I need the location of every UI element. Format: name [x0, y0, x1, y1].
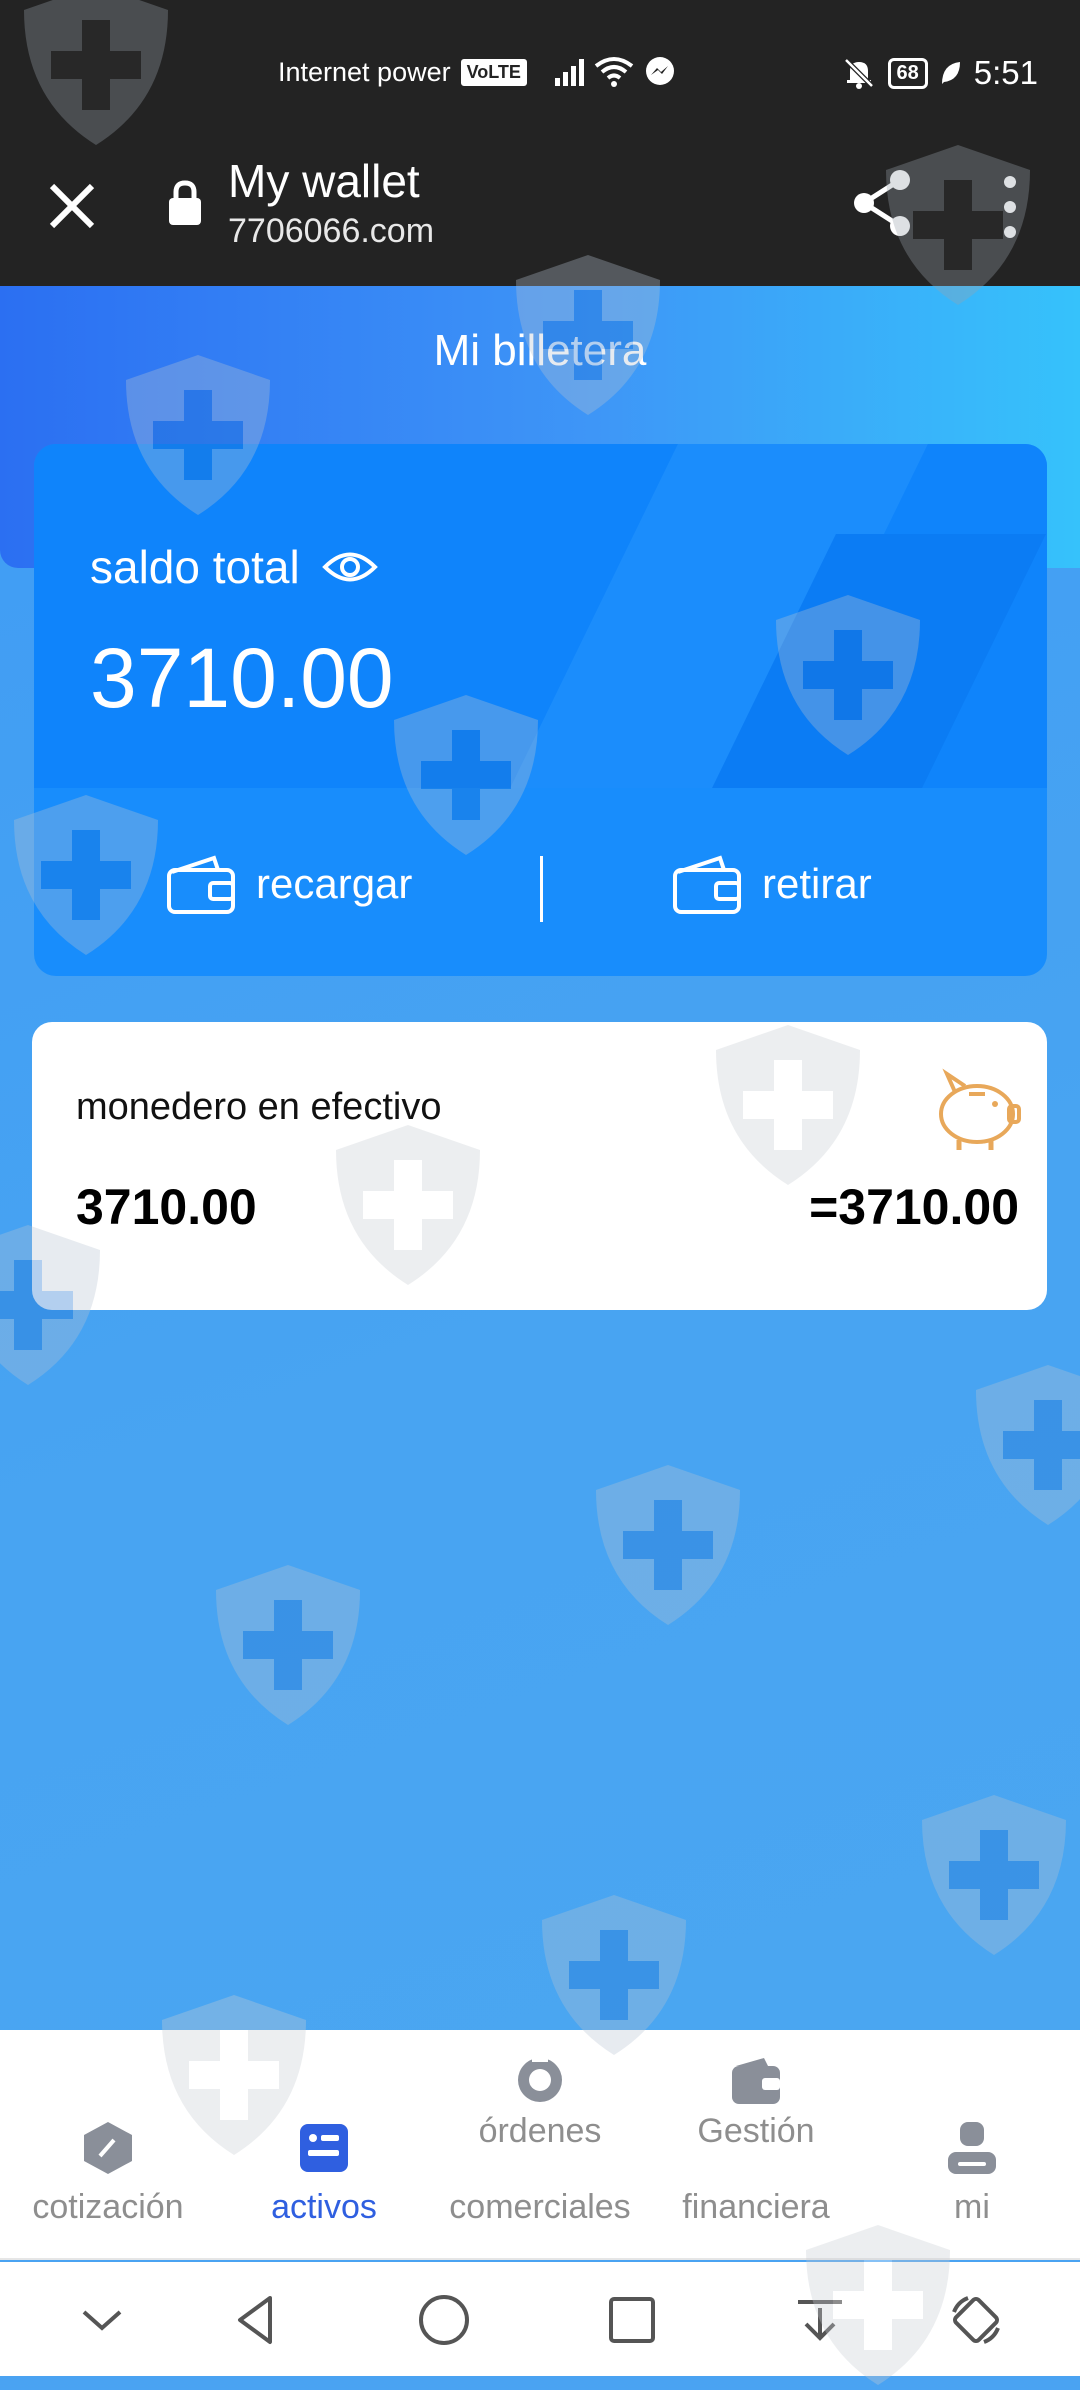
wallet-page: Mi billetera saldo total 3710.00 recarga…	[0, 286, 1080, 2030]
withdraw-button[interactable]: retirar	[672, 854, 872, 914]
tab-label-line1: órdenes	[478, 2112, 602, 2150]
action-divider	[540, 856, 543, 922]
recharge-label: recargar	[256, 860, 413, 907]
total-balance-row: saldo total	[90, 540, 378, 594]
wifi-icon	[594, 57, 634, 87]
leaf-icon	[941, 62, 960, 84]
status-right: 68 5:51	[842, 54, 1038, 92]
volte-badge: VoLTE	[460, 58, 527, 86]
battery-level: 68	[887, 57, 928, 89]
share-icon[interactable]	[850, 168, 916, 238]
close-icon[interactable]	[44, 178, 100, 234]
withdraw-label: retirar	[762, 860, 872, 907]
tab-activos[interactable]: activos	[216, 2030, 432, 2260]
signal-icon	[554, 58, 584, 86]
lock-icon	[169, 180, 201, 225]
messenger-icon	[645, 57, 674, 85]
page-url[interactable]: 7706066.com	[228, 212, 434, 251]
recharge-button[interactable]: recargar	[166, 854, 412, 914]
header-title: Mi billetera	[433, 326, 647, 375]
rotate-screen-icon[interactable]	[946, 2290, 1006, 2350]
wallet-icon	[167, 855, 235, 914]
tab-label: mi	[954, 2188, 990, 2226]
chevron-down-icon[interactable]	[72, 2290, 132, 2350]
tab-ordenes-comerciales[interactable]: órdenes comerciales	[432, 2030, 648, 2260]
eye-icon[interactable]	[321, 548, 378, 586]
tab-cotizacion[interactable]: cotización	[0, 2030, 216, 2260]
tab-gestion-financiera[interactable]: Gestión financiera	[648, 2030, 864, 2260]
balance-card: saldo total 3710.00 recargar retirar	[34, 444, 1047, 976]
more-options-icon[interactable]	[994, 172, 1026, 242]
tab-label: activos	[271, 2188, 377, 2226]
back-icon[interactable]	[226, 2290, 286, 2350]
user-icon	[948, 2122, 996, 2174]
tab-label-line1: Gestión	[697, 2112, 815, 2150]
clock: 5:51	[973, 54, 1038, 91]
assets-icon	[300, 2124, 348, 2172]
download-icon[interactable]	[790, 2290, 850, 2350]
piggy-bank-icon	[939, 1068, 1021, 1150]
browser-toolbar: My wallet 7706066.com	[0, 150, 1080, 286]
total-balance-label: saldo total	[90, 541, 300, 593]
tab-label-line2: financiera	[682, 2188, 830, 2226]
cash-wallet-value: 3710.00	[76, 1179, 257, 1235]
total-balance-value: 3710.00	[90, 631, 394, 725]
cash-wallet-label: monedero en efectivo	[76, 1086, 442, 1128]
carrier-name: Internet power	[278, 56, 451, 87]
wallet-icon	[732, 2058, 780, 2104]
quote-icon	[84, 2122, 132, 2174]
system-navigation-bar	[0, 2262, 1080, 2376]
orders-icon	[518, 2054, 562, 2102]
wallet-icon	[673, 855, 741, 914]
page-title: My wallet	[228, 155, 420, 207]
recents-icon[interactable]	[602, 2290, 662, 2350]
tab-label-line2: comerciales	[449, 2188, 631, 2226]
tab-mi[interactable]: mi	[864, 2030, 1080, 2260]
home-icon[interactable]	[414, 2290, 474, 2350]
status-center: Internet power VoLTE	[278, 56, 676, 88]
cash-wallet-card[interactable]: monedero en efectivo 3710.00 =3710.00	[32, 1022, 1047, 1310]
bell-off-icon	[843, 58, 874, 89]
bottom-tab-bar: cotización activos órdenes comerciales G…	[0, 2030, 1080, 2260]
tab-label: cotización	[32, 2188, 184, 2226]
cash-wallet-equivalent: =3710.00	[809, 1179, 1019, 1235]
status-bar: Internet power VoLTE 68 5:51	[0, 0, 1080, 150]
balance-card-top: saldo total 3710.00	[34, 444, 1047, 788]
